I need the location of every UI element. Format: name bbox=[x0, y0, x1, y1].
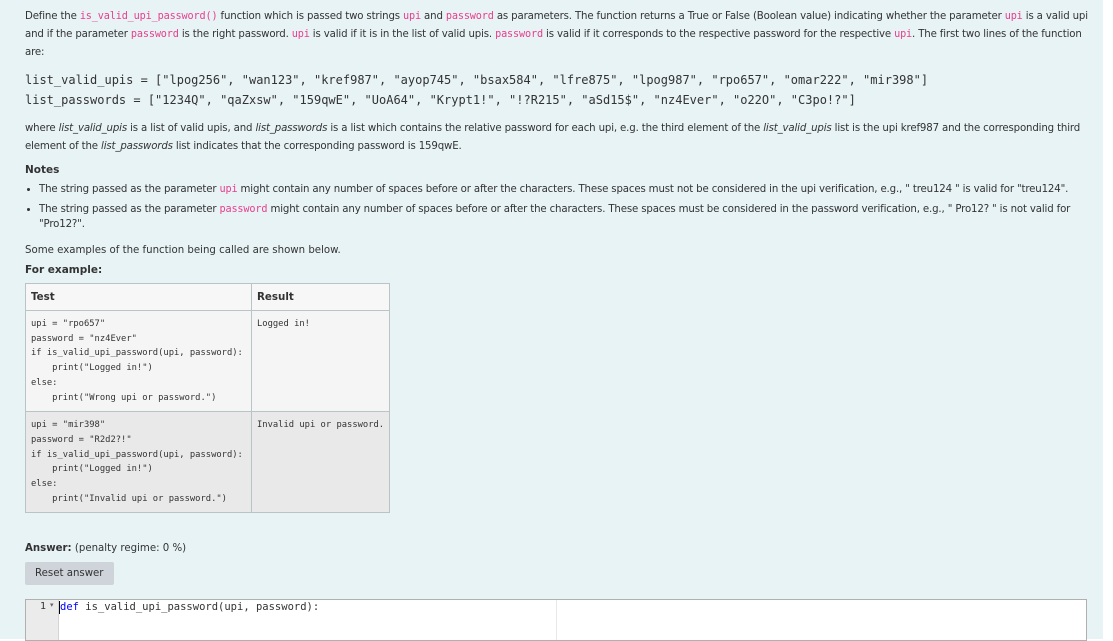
column-header-test: Test bbox=[25, 283, 252, 311]
upi-code: upi bbox=[894, 29, 913, 40]
note-item: The string passed as the parameter passw… bbox=[39, 202, 1078, 232]
upi-code: upi bbox=[1004, 11, 1023, 22]
fold-arrow-icon[interactable]: ▾ bbox=[50, 601, 54, 609]
password-code: password bbox=[130, 29, 179, 40]
penalty-regime: (penalty regime: 0 %) bbox=[74, 543, 187, 555]
where-emphasis: list_valid_upis bbox=[58, 123, 128, 134]
where-text: is a list which contains the relative pa… bbox=[327, 123, 764, 134]
answer-label-line: Answer: (penalty regime: 0 %) bbox=[25, 543, 1078, 554]
notes-heading: Notes bbox=[25, 164, 60, 176]
code-line-valid-upis: list_valid_upis = ["lpog256", "wan123", … bbox=[25, 73, 929, 87]
notes-list: The string passed as the parameter upi m… bbox=[25, 182, 1078, 232]
where-text: list indicates that the corresponding pa… bbox=[172, 141, 462, 152]
lists-code-block: list_valid_upis = ["lpog256", "wan123", … bbox=[25, 70, 1078, 110]
editor-gutter: 1 ▾ bbox=[26, 600, 59, 640]
examples-intro: Some examples of the function being call… bbox=[25, 245, 341, 256]
intro-text: as parameters. The function returns a Tr… bbox=[493, 11, 1005, 22]
intro-text: is valid if it is in the list of valid u… bbox=[309, 29, 496, 40]
column-header-result: Result bbox=[250, 283, 391, 311]
intro-text: Define the bbox=[25, 11, 80, 22]
line-number: 1 bbox=[40, 601, 47, 612]
result-cell: Invalid upi or password. bbox=[250, 411, 391, 514]
intro-text: and bbox=[420, 11, 446, 22]
for-example-heading: For example: bbox=[25, 264, 103, 276]
code-line-passwords: list_passwords = ["1234Q", "qaZxsw", "15… bbox=[25, 93, 856, 107]
note-text: The string passed as the parameter bbox=[39, 204, 220, 215]
question-intro: Define the is_valid_upi_password() funct… bbox=[25, 8, 1090, 62]
where-paragraph: where list_valid_upis is a list of valid… bbox=[25, 120, 1090, 156]
table-header-row: Test Result bbox=[25, 283, 391, 311]
password-code: password bbox=[495, 29, 543, 40]
code-editor[interactable]: 1 ▾ def is_valid_upi_password(upi, passw… bbox=[25, 599, 1087, 641]
where-emphasis: list_valid_upis bbox=[763, 123, 832, 134]
intro-text: is the right password. bbox=[178, 29, 292, 40]
keyword-def: def bbox=[60, 601, 79, 613]
question-panel: Define the is_valid_upi_password() funct… bbox=[0, 0, 1103, 639]
note-item: The string passed as the parameter upi m… bbox=[39, 182, 1078, 197]
password-code: password bbox=[219, 204, 268, 215]
password-code: password bbox=[445, 11, 494, 22]
note-text: might contain any number of spaces befor… bbox=[237, 184, 1069, 195]
where-text: is a list of valid upis, and bbox=[127, 123, 256, 134]
intro-text: is valid if it corresponds to the respec… bbox=[542, 29, 895, 40]
result-cell: Logged in! bbox=[250, 309, 391, 413]
where-text: where bbox=[25, 123, 59, 134]
editor-code-line[interactable]: def is_valid_upi_password(upi, password)… bbox=[60, 600, 319, 614]
table-row: upi = "rpo657" password = "nz4Ever" if i… bbox=[25, 309, 391, 413]
upi-code: upi bbox=[403, 11, 421, 22]
upi-code: upi bbox=[219, 184, 238, 195]
reset-answer-button[interactable]: Reset answer bbox=[25, 562, 114, 586]
note-text: The string passed as the parameter bbox=[39, 184, 220, 195]
intro-text: function which is passed two strings bbox=[217, 11, 404, 22]
where-emphasis: list_passwords bbox=[255, 123, 328, 134]
answer-label: Answer: bbox=[25, 543, 72, 555]
where-emphasis: list_passwords bbox=[101, 141, 173, 152]
function-name-code: is_valid_upi_password() bbox=[79, 11, 218, 22]
test-code-cell: upi = "rpo657" password = "nz4Ever" if i… bbox=[25, 309, 252, 413]
print-margin-line bbox=[556, 600, 557, 640]
table-row: upi = "mir398" password = "R2d2?!" if is… bbox=[25, 411, 391, 514]
editor-code-rest: is_valid_upi_password(upi, password): bbox=[78, 601, 320, 613]
test-code-cell: upi = "mir398" password = "R2d2?!" if is… bbox=[25, 411, 252, 514]
upi-code: upi bbox=[291, 29, 310, 40]
tests-table: Test Result upi = "rpo657" password = "n… bbox=[25, 283, 391, 514]
